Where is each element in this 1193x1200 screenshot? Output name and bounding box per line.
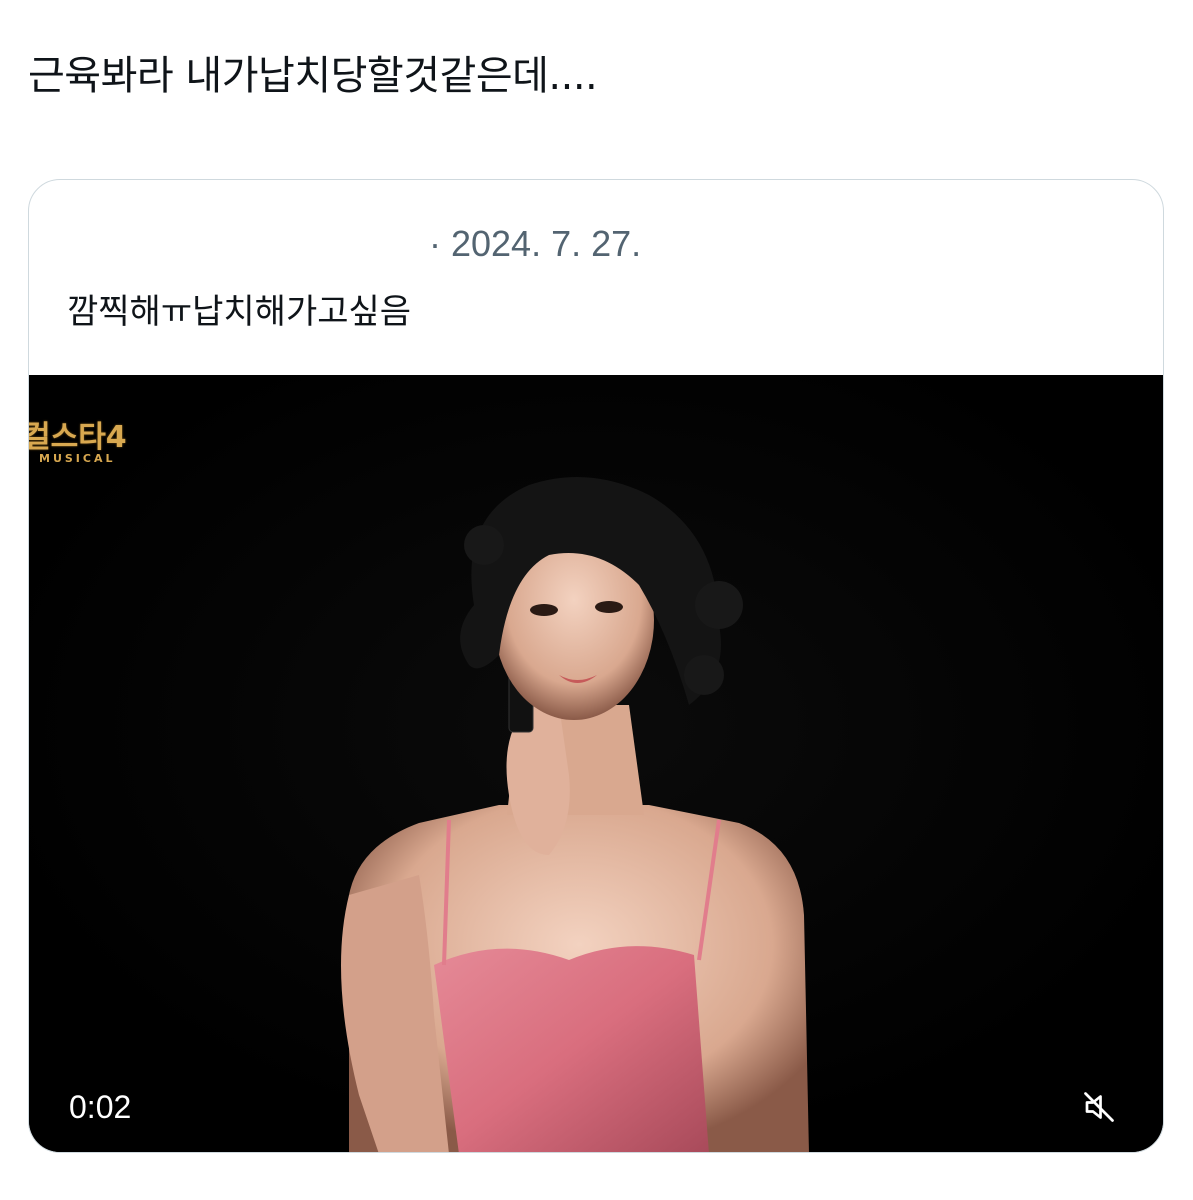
hair-curl bbox=[464, 525, 504, 565]
mute-button[interactable] bbox=[1067, 1075, 1131, 1139]
video-timestamp: 0:02 bbox=[53, 1081, 148, 1133]
hair-curl bbox=[684, 655, 724, 695]
eye bbox=[530, 604, 558, 616]
eye bbox=[595, 601, 623, 613]
speaker-muted-icon bbox=[1084, 1092, 1114, 1122]
quoted-post-author-redacted[interactable] bbox=[67, 222, 447, 266]
hair-curl bbox=[695, 581, 743, 629]
show-logo-subtitle: MUSICAL bbox=[39, 452, 116, 465]
quoted-post-date[interactable]: · 2024. 7. 27. bbox=[429, 222, 641, 266]
quoted-post-header: · 2024. 7. 27. 깜찍해ㅠ납치해가고싶음 bbox=[29, 180, 1163, 375]
show-logo: 컬스타4 MUSICAL bbox=[29, 421, 189, 475]
pink-dress bbox=[434, 946, 709, 1152]
show-logo-title: 컬스타4 bbox=[29, 420, 127, 455]
quoted-post-card[interactable]: · 2024. 7. 27. 깜찍해ㅠ납치해가고싶음 컬스타4 MUSICAL … bbox=[28, 179, 1164, 1153]
video-player[interactable]: 컬스타4 MUSICAL 0:02 bbox=[29, 375, 1163, 1152]
video-frame bbox=[29, 375, 1163, 1152]
quoted-post-text: 깜찍해ㅠ납치해가고싶음 bbox=[67, 292, 412, 332]
post-text: 근육봐라 내가납치당할것같은데.... bbox=[28, 53, 598, 99]
